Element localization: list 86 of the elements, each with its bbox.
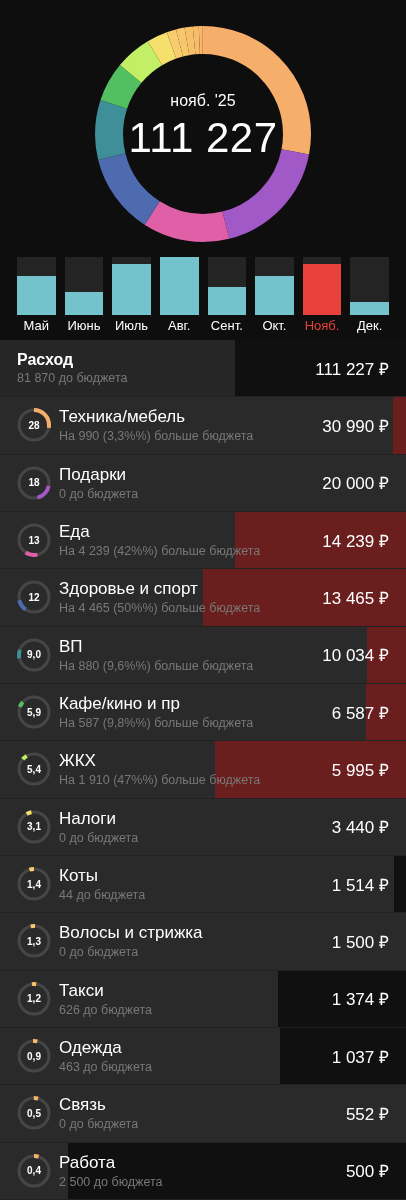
progress-ring (17, 465, 51, 500)
progress-ring (17, 523, 51, 558)
amount-label: 14 239 ₽ (322, 530, 389, 552)
budget-status: На 587 (9,8%%) больше бюджета (59, 716, 255, 731)
category-row[interactable]: 0,9 Одежда 463 до бюджета 1 037 ₽ (0, 1027, 406, 1086)
total-amount: 111 227 (128, 114, 278, 162)
amount-label: 3 440 ₽ (331, 817, 389, 839)
progress-ring (17, 1096, 51, 1131)
category-title: Здоровье и спорт (59, 579, 199, 600)
progress-ring (17, 580, 51, 615)
share-label: 5,9 (27, 706, 41, 718)
share-label: 3,1 (27, 821, 41, 833)
category-title: Расход (17, 351, 75, 370)
category-title: Связь (59, 1095, 107, 1116)
category-row[interactable]: 18 Подарки 0 до бюджета 20 000 ₽ (0, 454, 406, 512)
share-label: 1,4 (27, 878, 41, 890)
category-row[interactable]: 0,5 Связь 0 до бюджета 552 ₽ (0, 1085, 406, 1143)
budget-status: 0 до бюджета (59, 830, 140, 845)
category-title: Волосы и стрижка (59, 923, 204, 944)
budget-status: На 990 (3,3%%) больше бюджета (59, 429, 255, 444)
share-label: 1,2 (27, 993, 41, 1005)
amount-label: 1 037 ₽ (331, 1046, 389, 1068)
share-label: 5,4 (27, 763, 41, 775)
budget-status: 81 870 до бюджета (17, 371, 129, 386)
summary-row[interactable]: Расход 81 870 до бюджета 111 227 ₽ (0, 340, 406, 398)
category-title: Налоги (59, 808, 117, 829)
amount-label: 6 587 ₽ (331, 702, 389, 724)
progress-ring (17, 809, 51, 844)
category-row[interactable]: 28 Техника/мебель На 990 (3,3%%) больше бюджета 30 990 ₽ (0, 397, 406, 455)
share-label: 13 (28, 534, 40, 546)
category-title: Подарки (59, 464, 128, 485)
share-label: 0,9 (27, 1050, 41, 1062)
category-title: Кафе/кино и пр (59, 694, 181, 715)
progress-ring (17, 695, 51, 730)
budget-status: 626 до бюджета (59, 1002, 154, 1017)
category-title: Такси (59, 980, 105, 1001)
category-row[interactable]: 13 Еда На 4 239 (42%%) больше бюджета 14 239 ₽ (0, 512, 406, 570)
progress-ring (17, 752, 51, 787)
budget-status: 463 до бюджета (59, 1060, 154, 1075)
share-label: 28 (28, 420, 40, 431)
share-label: 18 (28, 477, 40, 489)
progress-ring (17, 1039, 51, 1074)
share-label: 0,5 (27, 1107, 41, 1119)
category-row[interactable]: 9,0 ВП На 880 (9,6%%) больше бюджета 10 034 ₽ (0, 626, 406, 684)
amount-label: 30 990 ₽ (322, 416, 389, 437)
budget-status: 0 до бюджета (59, 486, 140, 501)
amount-label: 1 500 ₽ (331, 931, 389, 953)
progress-ring (17, 637, 51, 672)
category-row[interactable]: 0,4 Работа 2 500 до бюджета 500 ₽ (0, 1142, 406, 1200)
budget-status: На 880 (9,6%%) больше бюджета (59, 658, 255, 673)
amount-label: 1 374 ₽ (331, 989, 389, 1011)
budget-status: 0 до бюджета (59, 1117, 140, 1132)
amount-label: 111 227 ₽ (315, 358, 389, 380)
budget-status: 44 до бюджета (59, 888, 147, 903)
progress-ring (17, 924, 51, 959)
period-label: нояб. '25 (170, 92, 236, 110)
progress-ring (17, 1153, 51, 1188)
category-title: ВП (59, 636, 84, 657)
category-row[interactable]: 5,9 Кафе/кино и пр На 587 (9,8%%) больше бюджета 6 587 ₽ (0, 683, 406, 742)
category-row[interactable]: 3,1 Налоги 0 до бюджета 3 440 ₽ (0, 798, 406, 856)
progress-ring (17, 981, 51, 1016)
share-label: 9,0 (27, 649, 41, 661)
category-title: Еда (59, 522, 91, 543)
amount-label: 5 995 ₽ (331, 759, 389, 781)
category-title: ЖКХ (59, 751, 97, 772)
share-label: 0,4 (27, 1165, 41, 1177)
category-title: Одежда (59, 1038, 123, 1059)
category-row[interactable]: 1,4 Коты 44 до бюджета 1 514 ₽ (0, 855, 406, 914)
amount-label: 10 034 ₽ (322, 645, 389, 667)
category-title: Техника/мебель (59, 407, 187, 428)
share-label: 1,3 (27, 935, 41, 947)
budget-status: 0 до бюджета (59, 945, 140, 960)
category-title: Коты (59, 866, 99, 887)
budget-status: 2 500 до бюджета (59, 1174, 164, 1189)
amount-label: 1 514 ₽ (331, 874, 389, 896)
category-row[interactable]: 1,3 Волосы и стрижка 0 до бюджета 1 500 ₽ (0, 913, 406, 971)
progress-ring (17, 408, 51, 443)
amount-label: 552 ₽ (345, 1103, 389, 1125)
amount-label: 20 000 ₽ (322, 473, 389, 495)
share-label: 12 (28, 591, 40, 603)
category-row[interactable]: 1,2 Такси 626 до бюджета 1 374 ₽ (0, 970, 406, 1028)
category-title: Работа (59, 1152, 117, 1173)
amount-label: 500 ₽ (345, 1161, 389, 1183)
amount-label: 13 465 ₽ (322, 587, 389, 609)
budget-status: На 4 239 (42%%) больше бюджета (59, 544, 262, 559)
progress-ring (17, 867, 51, 902)
